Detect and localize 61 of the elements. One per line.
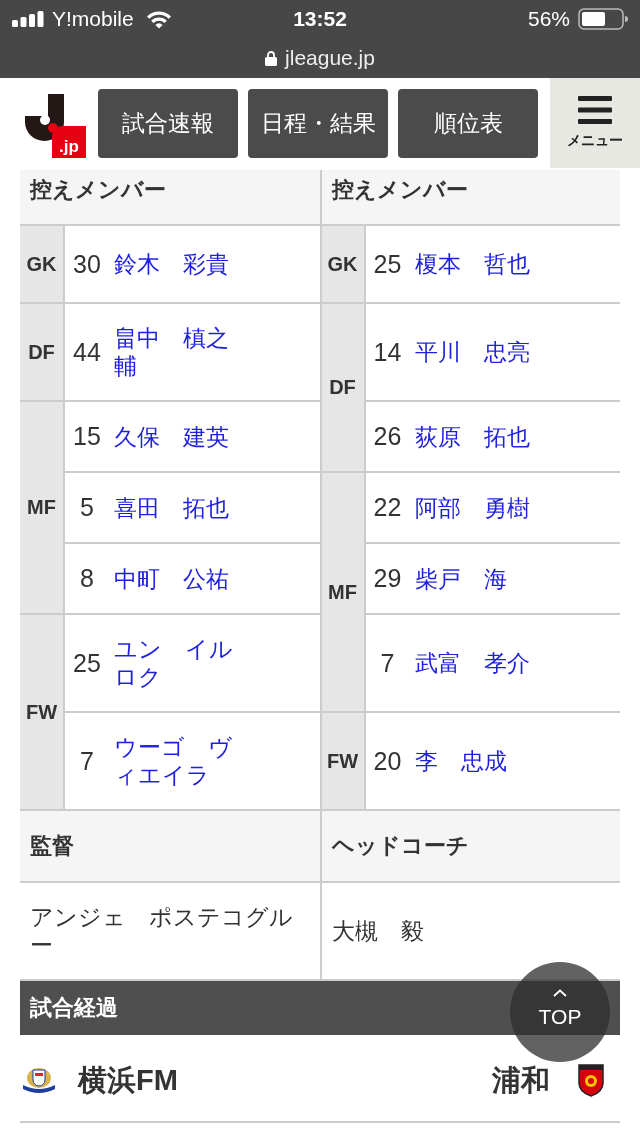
site-logo[interactable]: .jp	[24, 90, 86, 158]
lock-icon	[265, 50, 278, 66]
player-name-link[interactable]: ウーゴ ヴィエイラ	[114, 733, 240, 789]
position-cell: DF	[20, 304, 63, 400]
crest-icon	[578, 1063, 604, 1097]
player-number: 7	[379, 648, 396, 678]
position-cell: FW	[321, 713, 364, 809]
player-number: 26	[372, 422, 403, 451]
player-number: 25	[372, 249, 403, 279]
player-number: 7	[79, 746, 95, 776]
battery-percent: 56%	[527, 7, 570, 31]
player-name-link[interactable]: 喜田 拓也	[114, 493, 240, 522]
team-name: 横浜FM	[78, 1065, 178, 1095]
position-cell: MF	[20, 402, 63, 613]
player-number: 20	[372, 746, 403, 776]
clock-time: 13:52	[293, 7, 347, 31]
position-cell: FW	[20, 615, 63, 809]
position-cell: GK	[20, 226, 63, 302]
player-name-link[interactable]: 李 忠成	[414, 747, 541, 775]
player-name-link[interactable]: ユン イルロク	[114, 635, 240, 691]
player-number: 44	[72, 337, 102, 367]
player-number: 30	[72, 249, 102, 279]
nav-button[interactable]: 日程・結果	[248, 89, 388, 158]
player-number: 5	[79, 493, 95, 522]
signal-icon	[12, 11, 44, 27]
menu-icon	[578, 96, 612, 124]
player-name-link[interactable]: 平川 忠亮	[414, 338, 541, 366]
player-number: 25	[72, 648, 102, 678]
staff-heading: 監督	[20, 811, 320, 881]
player-number: 22	[372, 493, 403, 522]
player-name-link[interactable]: 畠中 槙之輔	[114, 324, 240, 380]
battery-icon	[578, 8, 628, 30]
team-name: 浦和	[492, 1065, 550, 1095]
carrier-name: Y!mobile	[52, 7, 134, 31]
player-name-link[interactable]: 柴戸 海	[414, 564, 541, 593]
column-heading: 控えメンバー	[20, 170, 320, 224]
staff-name: 大槻 毅	[331, 917, 424, 945]
player-number: 8	[79, 564, 95, 593]
menu-button[interactable]: メニュー	[550, 78, 640, 168]
crest-icon	[22, 1067, 56, 1093]
player-name-link[interactable]: 鈴木 彩貴	[114, 250, 240, 278]
player-number: 29	[372, 564, 403, 593]
player-number: 15	[72, 422, 102, 451]
player-number: 14	[372, 337, 403, 367]
player-name-link[interactable]: 武富 孝介	[414, 649, 541, 677]
player-name-link[interactable]: 中町 公祐	[114, 564, 240, 593]
player-name-link[interactable]: 久保 建英	[114, 422, 240, 451]
caret-up-icon	[553, 989, 567, 997]
player-name-link[interactable]: 荻原 拓也	[414, 422, 541, 451]
nav-button[interactable]: 試合速報	[98, 89, 238, 158]
player-name-link[interactable]: 阿部 勇樹	[414, 493, 541, 522]
staff-name: アンジェ ポステコグルー	[30, 903, 294, 959]
position-cell: DF	[321, 304, 364, 471]
position-cell: GK	[321, 226, 364, 302]
column-heading: 控えメンバー	[321, 170, 620, 224]
staff-heading: ヘッドコーチ	[321, 811, 620, 881]
wifi-icon	[145, 9, 172, 29]
player-name-link[interactable]: 榎本 哲也	[414, 250, 541, 278]
position-cell: MF	[321, 473, 364, 711]
url-text[interactable]: jleague.jp	[285, 46, 375, 70]
nav-button[interactable]: 順位表	[398, 89, 538, 158]
